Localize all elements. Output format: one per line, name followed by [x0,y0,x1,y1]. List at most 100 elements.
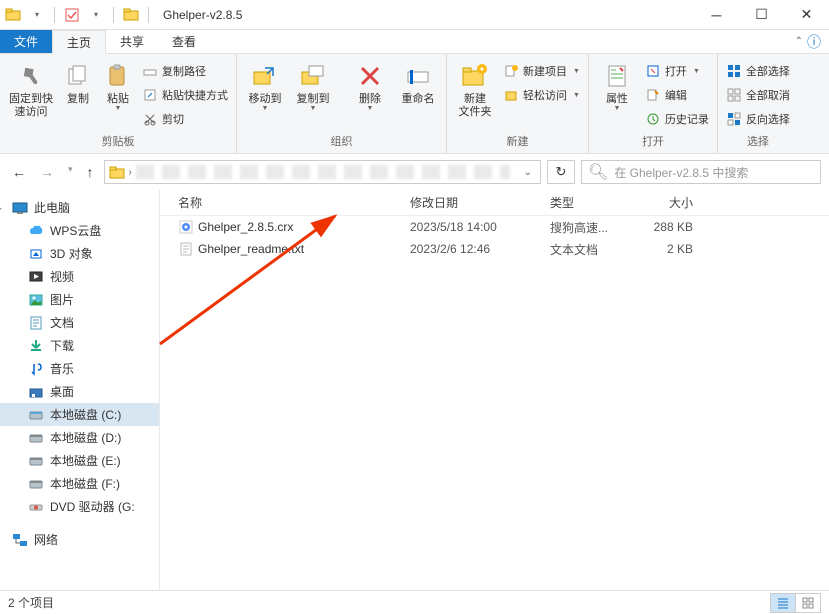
sidebar-item[interactable]: 本地磁盘 (F:) [0,472,159,495]
window-title: Ghelper-v2.8.5 [163,8,242,22]
easyaccess-button[interactable]: 轻松访问 ▼ [501,84,582,106]
ribbon-group-label: 选择 [724,131,792,153]
expand-icon[interactable]: ⌄ [0,202,6,213]
sidebar-item-label: 本地磁盘 (C:) [50,406,121,423]
table-row[interactable]: Ghelper_readme.txt2023/2/6 12:46文本文档2 KB [160,238,829,260]
checkbox-icon[interactable] [61,4,83,26]
cut-button[interactable]: 剪切 [140,108,230,130]
file-size: 288 KB [635,220,705,234]
breadcrumb[interactable]: › ⌄ [104,160,541,184]
moveto-button[interactable]: 移动到▼ [243,58,287,112]
delete-button[interactable]: 删除▼ [348,58,392,112]
view-details-button[interactable] [770,593,796,613]
column-type[interactable]: 类型 [550,194,635,211]
nav-icon [28,269,44,285]
sidebar-item[interactable]: 本地磁盘 (C:) [0,403,159,426]
nav-icon [28,453,44,469]
search-input[interactable]: 🔍︎ 在 Ghelper-v2.8.5 中搜索 [581,160,821,184]
file-icon [178,241,194,257]
sidebar-item[interactable]: WPS云盘 [0,219,159,242]
address-bar: ← → ▾ ↑ › ⌄ ↻ 🔍︎ 在 Ghelper-v2.8.5 中搜索 [0,154,829,190]
expand-icon[interactable]: › [0,535,6,545]
edit-button[interactable]: 编辑 [643,84,711,106]
copypath-button[interactable]: 复制路径 [140,60,230,82]
folder-icon [2,4,24,26]
history-button[interactable]: 历史记录 [643,108,711,130]
selectall-button[interactable]: 全部选择 [724,60,792,82]
folder-icon [109,164,125,180]
nav-icon [28,338,44,354]
recent-dropdown[interactable]: ▾ [68,164,73,180]
sidebar-item[interactable]: 音乐 [0,357,159,380]
nav-icon [28,499,44,515]
sidebar-item-thispc[interactable]: ⌄ 此电脑 [0,196,159,219]
sidebar-item-label: 下载 [50,337,74,354]
ribbon: 固定到快 速访问 复制 粘贴 ▼ 复制路径 粘贴快捷方式 剪切 剪贴板 移 [0,54,829,154]
table-row[interactable]: Ghelper_2.8.5.crx2023/5/18 14:00搜狗高速...2… [160,216,829,238]
help-icon[interactable]: ⓘ [807,32,821,52]
title-bar: ▾ ▾ Ghelper-v2.8.5 ─ ☐ ✕ [0,0,829,30]
column-headers[interactable]: 名称 修改日期 类型 大小 [160,190,829,216]
selectnone-button[interactable]: 全部取消 [724,84,792,106]
pc-icon [12,200,28,216]
search-placeholder: 在 Ghelper-v2.8.5 中搜索 [614,164,748,181]
properties-button[interactable]: 属性▼ [595,58,639,112]
sidebar-item[interactable]: 3D 对象 [0,242,159,265]
sidebar-item[interactable]: 本地磁盘 (E:) [0,449,159,472]
invert-button[interactable]: 反向选择 [724,108,792,130]
maximize-button[interactable]: ☐ [739,0,784,30]
sidebar-item[interactable]: 图片 [0,288,159,311]
column-date[interactable]: 修改日期 [410,194,550,211]
file-list[interactable]: 名称 修改日期 类型 大小 Ghelper_2.8.5.crx2023/5/18… [160,190,829,590]
up-button[interactable]: ↑ [87,164,94,180]
sidebar-item[interactable]: 视频 [0,265,159,288]
ribbon-tabs: 文件 主页 共享 查看 ⌃ ⓘ [0,30,829,54]
chevron-down-icon[interactable]: ▾ [26,4,48,26]
column-name[interactable]: 名称 [160,194,410,211]
ribbon-group-select: 全部选择 全部取消 反向选择 选择 [718,54,798,153]
newfolder-button[interactable]: ✦ 新建 文件夹 [453,58,497,119]
pasteshortcut-button[interactable]: 粘贴快捷方式 [140,84,230,106]
nav-icon [28,430,44,446]
pin-button[interactable]: 固定到快 速访问 [6,58,56,119]
nav-icon [28,407,44,423]
rename-button[interactable]: 重命名 [396,58,440,106]
tab-view[interactable]: 查看 [158,30,210,53]
copy-button[interactable]: 复制 [60,58,96,106]
sidebar-item[interactable]: 本地磁盘 (D:) [0,426,159,449]
tab-share[interactable]: 共享 [106,30,158,53]
ribbon-group-label: 剪贴板 [6,131,230,153]
newitem-button[interactable]: 新建项目 ▼ [501,60,582,82]
copyto-button[interactable]: 复制到▼ [291,58,335,112]
sidebar-item-label: 本地磁盘 (D:) [50,429,121,446]
back-button[interactable]: ← [12,164,26,180]
close-button[interactable]: ✕ [784,0,829,30]
minimize-button[interactable]: ─ [694,0,739,30]
sidebar-item-label: 音乐 [50,360,74,377]
ribbon-group-organize: 移动到▼ 复制到▼ 删除▼ 重命名 组织 [237,54,447,153]
nav-icon [28,292,44,308]
ribbon-group-open: 属性▼ 打开 ▼ 编辑 历史记录 打开 [589,54,718,153]
column-size[interactable]: 大小 [635,194,705,211]
collapse-ribbon-icon[interactable]: ⌃ [795,36,803,47]
chevron-down-icon[interactable]: ▾ [85,4,107,26]
forward-button[interactable]: → [40,164,54,180]
status-bar: 2 个项目 [0,590,829,614]
folder-icon [120,4,142,26]
breadcrumb-path[interactable] [136,165,510,179]
refresh-button[interactable]: ↻ [547,160,575,184]
search-icon: 🔍︎ [588,162,608,182]
tab-file[interactable]: 文件 [0,30,52,53]
sidebar-item-label: 文档 [50,314,74,331]
sidebar-item[interactable]: 文档 [0,311,159,334]
sidebar-item[interactable]: DVD 驱动器 (G: [0,495,159,518]
open-button[interactable]: 打开 ▼ [643,60,711,82]
sidebar-item[interactable]: 桌面 [0,380,159,403]
paste-button[interactable]: 粘贴 ▼ [100,58,136,112]
sidebar-item-network[interactable]: › 网络 [0,528,159,551]
navigation-pane[interactable]: ⌄ 此电脑 WPS云盘3D 对象视频图片文档下载音乐桌面本地磁盘 (C:) 本地磁… [0,190,160,590]
chevron-down-icon[interactable]: ⌄ [520,167,536,178]
view-icons-button[interactable] [795,593,821,613]
sidebar-item[interactable]: 下载 [0,334,159,357]
tab-home[interactable]: 主页 [52,30,106,54]
